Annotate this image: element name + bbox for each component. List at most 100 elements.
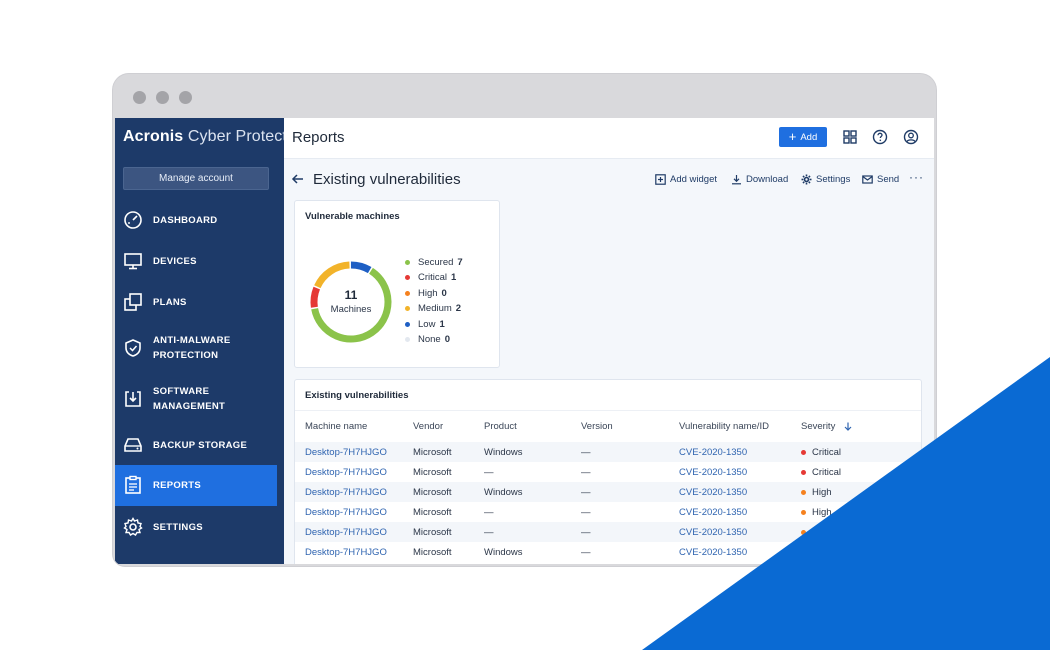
settings-button[interactable]: Settings: [801, 174, 850, 185]
vendor-cell: Microsoft: [413, 467, 452, 478]
vulnerability-link[interactable]: CVE-2020-1350: [679, 507, 747, 518]
table-row[interactable]: Desktop-7H7HJGO Microsoft — — CVE-2020-1…: [295, 522, 921, 542]
vulnerabilities-table-widget: Existing vulnerabilities Machine name Ve…: [294, 379, 922, 564]
sort-arrow-down-icon: [844, 422, 852, 431]
sidebar-item-label: BACKUP STORAGE: [153, 440, 248, 451]
donut-total-label: Machines: [330, 304, 372, 315]
column-header-product[interactable]: Product: [484, 421, 517, 432]
severity-dot: [801, 469, 806, 475]
severity-dot: [801, 509, 806, 515]
version-cell: —: [581, 547, 591, 558]
table-row[interactable]: Desktop-7H7HJGO Microsoft — — CVE-2020-1…: [295, 462, 921, 482]
sidebar-item-label-line1: SOFTWARE: [153, 386, 210, 397]
version-cell: —: [581, 447, 591, 458]
plans-squares-icon: [124, 293, 142, 311]
widgets-grid-icon[interactable]: [842, 129, 858, 145]
window-dot-icon[interactable]: [179, 91, 192, 104]
add-widget-icon: [655, 174, 666, 185]
legend-item-secured: Secured 7: [405, 256, 463, 269]
table-row[interactable]: Desktop-7H7HJGO Microsoft Windows — CVE-…: [295, 482, 921, 502]
manage-account-button[interactable]: Manage account: [123, 167, 269, 190]
donut-slice-medium: [314, 261, 350, 289]
sidebar-item-settings[interactable]: SETTINGS: [115, 515, 277, 539]
manage-account-label: Manage account: [159, 173, 233, 184]
vulnerability-link[interactable]: CVE-2020-1350: [679, 547, 747, 558]
help-icon[interactable]: [872, 129, 888, 145]
widget-title: Existing vulnerabilities: [305, 390, 409, 401]
main-area: Reports + Add Existing vulnerabilities A…: [284, 118, 934, 564]
machine-name-link[interactable]: Desktop-7H7HJGO: [305, 487, 387, 498]
donut-total: 11: [344, 288, 358, 302]
version-cell: —: [581, 487, 591, 498]
legend-name: Secured: [418, 257, 454, 268]
machine-name-link[interactable]: Desktop-7H7HJGO: [305, 507, 387, 518]
user-account-icon[interactable]: [903, 129, 919, 145]
legend-dot: [405, 260, 410, 265]
sidebar-item-label-line2: PROTECTION: [153, 350, 219, 361]
legend-count: 7: [457, 257, 463, 268]
version-cell: —: [581, 467, 591, 478]
back-arrow-icon[interactable]: [291, 172, 305, 186]
version-cell: —: [581, 527, 591, 538]
sidebar-item-label-line1: ANTI-MALWARE: [153, 335, 231, 346]
severity-cell: High: [801, 487, 832, 498]
legend-item-medium: Medium 2: [405, 302, 461, 315]
download-button[interactable]: Download: [731, 174, 788, 185]
add-widget-button[interactable]: Add widget: [655, 174, 717, 185]
more-options-icon[interactable]: ···: [909, 170, 924, 184]
sidebar-item-label: SETTINGS: [153, 522, 203, 533]
product-cell: —: [484, 527, 494, 538]
machine-name-link[interactable]: Desktop-7H7HJGO: [305, 447, 387, 458]
legend-name: Medium: [418, 303, 452, 314]
sidebar-item-plans[interactable]: PLANS: [115, 290, 277, 314]
shield-icon: [125, 339, 141, 357]
severity-label: Critical: [812, 447, 842, 458]
product-cell: —: [484, 507, 494, 518]
vulnerability-link[interactable]: CVE-2020-1350: [679, 487, 747, 498]
sidebar-item-reports[interactable]: REPORTS: [115, 465, 277, 506]
column-header-vendor[interactable]: Vendor: [413, 421, 443, 432]
brand-product: Cyber Protect: [187, 128, 287, 145]
column-header-version[interactable]: Version: [581, 421, 613, 432]
sidebar-item-backup-storage[interactable]: BACKUP STORAGE: [115, 433, 277, 457]
column-header-vulnerability[interactable]: Vulnerability name/ID: [679, 421, 769, 432]
table-row[interactable]: Desktop-7H7HJGO Microsoft Windows — CVE-…: [295, 442, 921, 462]
dashboard-gauge-icon: [124, 211, 142, 229]
page-title: Reports: [292, 129, 345, 146]
vulnerability-link[interactable]: CVE-2020-1350: [679, 467, 747, 478]
sidebar-item-dashboard[interactable]: DASHBOARD: [115, 208, 277, 232]
legend-dot: [405, 275, 410, 280]
severity-dot: [801, 449, 806, 455]
table-row[interactable]: Desktop-7H7HJGO Microsoft — — CVE-2020-1…: [295, 502, 921, 522]
top-bar: Reports + Add: [284, 118, 934, 159]
sidebar-item-anti-malware-protection[interactable]: ANTI-MALWARE PROTECTION: [115, 331, 277, 365]
sidebar-item-label: DEVICES: [153, 256, 197, 267]
machine-name-link[interactable]: Desktop-7H7HJGO: [305, 547, 387, 558]
sidebar-item-software-management[interactable]: SOFTWARE MANAGEMENT: [115, 382, 277, 416]
machine-name-link[interactable]: Desktop-7H7HJGO: [305, 527, 387, 538]
send-button[interactable]: Send: [862, 174, 899, 185]
window-dot-icon[interactable]: [133, 91, 146, 104]
add-button[interactable]: + Add: [779, 127, 827, 147]
product-cell: —: [484, 467, 494, 478]
sidebar-item-label: PLANS: [153, 297, 187, 308]
sidebar-item-label-line2: MANAGEMENT: [153, 401, 226, 412]
gear-icon: [801, 174, 812, 185]
vulnerability-link[interactable]: CVE-2020-1350: [679, 447, 747, 458]
severity-label: High: [812, 487, 832, 498]
vulnerability-link[interactable]: CVE-2020-1350: [679, 527, 747, 538]
legend-item-none: None 0: [405, 333, 450, 346]
hard-drive-icon: [124, 438, 142, 452]
legend-count: 2: [455, 303, 462, 314]
browser-window: Acronis Cyber Protect Manage account DAS…: [113, 74, 936, 566]
window-dot-icon[interactable]: [156, 91, 169, 104]
column-header-machine[interactable]: Machine name: [305, 421, 367, 432]
column-header-severity[interactable]: Severity: [801, 421, 852, 432]
machine-name-link[interactable]: Desktop-7H7HJGO: [305, 467, 387, 478]
sidebar-item-devices[interactable]: DEVICES: [115, 249, 277, 273]
table-row[interactable]: Desktop-7H7HJGO Microsoft Windows — CVE-…: [295, 542, 921, 562]
severity-dot: [801, 489, 806, 495]
vendor-cell: Microsoft: [413, 487, 452, 498]
gear-icon: [123, 517, 143, 536]
send-label: Send: [877, 174, 900, 185]
